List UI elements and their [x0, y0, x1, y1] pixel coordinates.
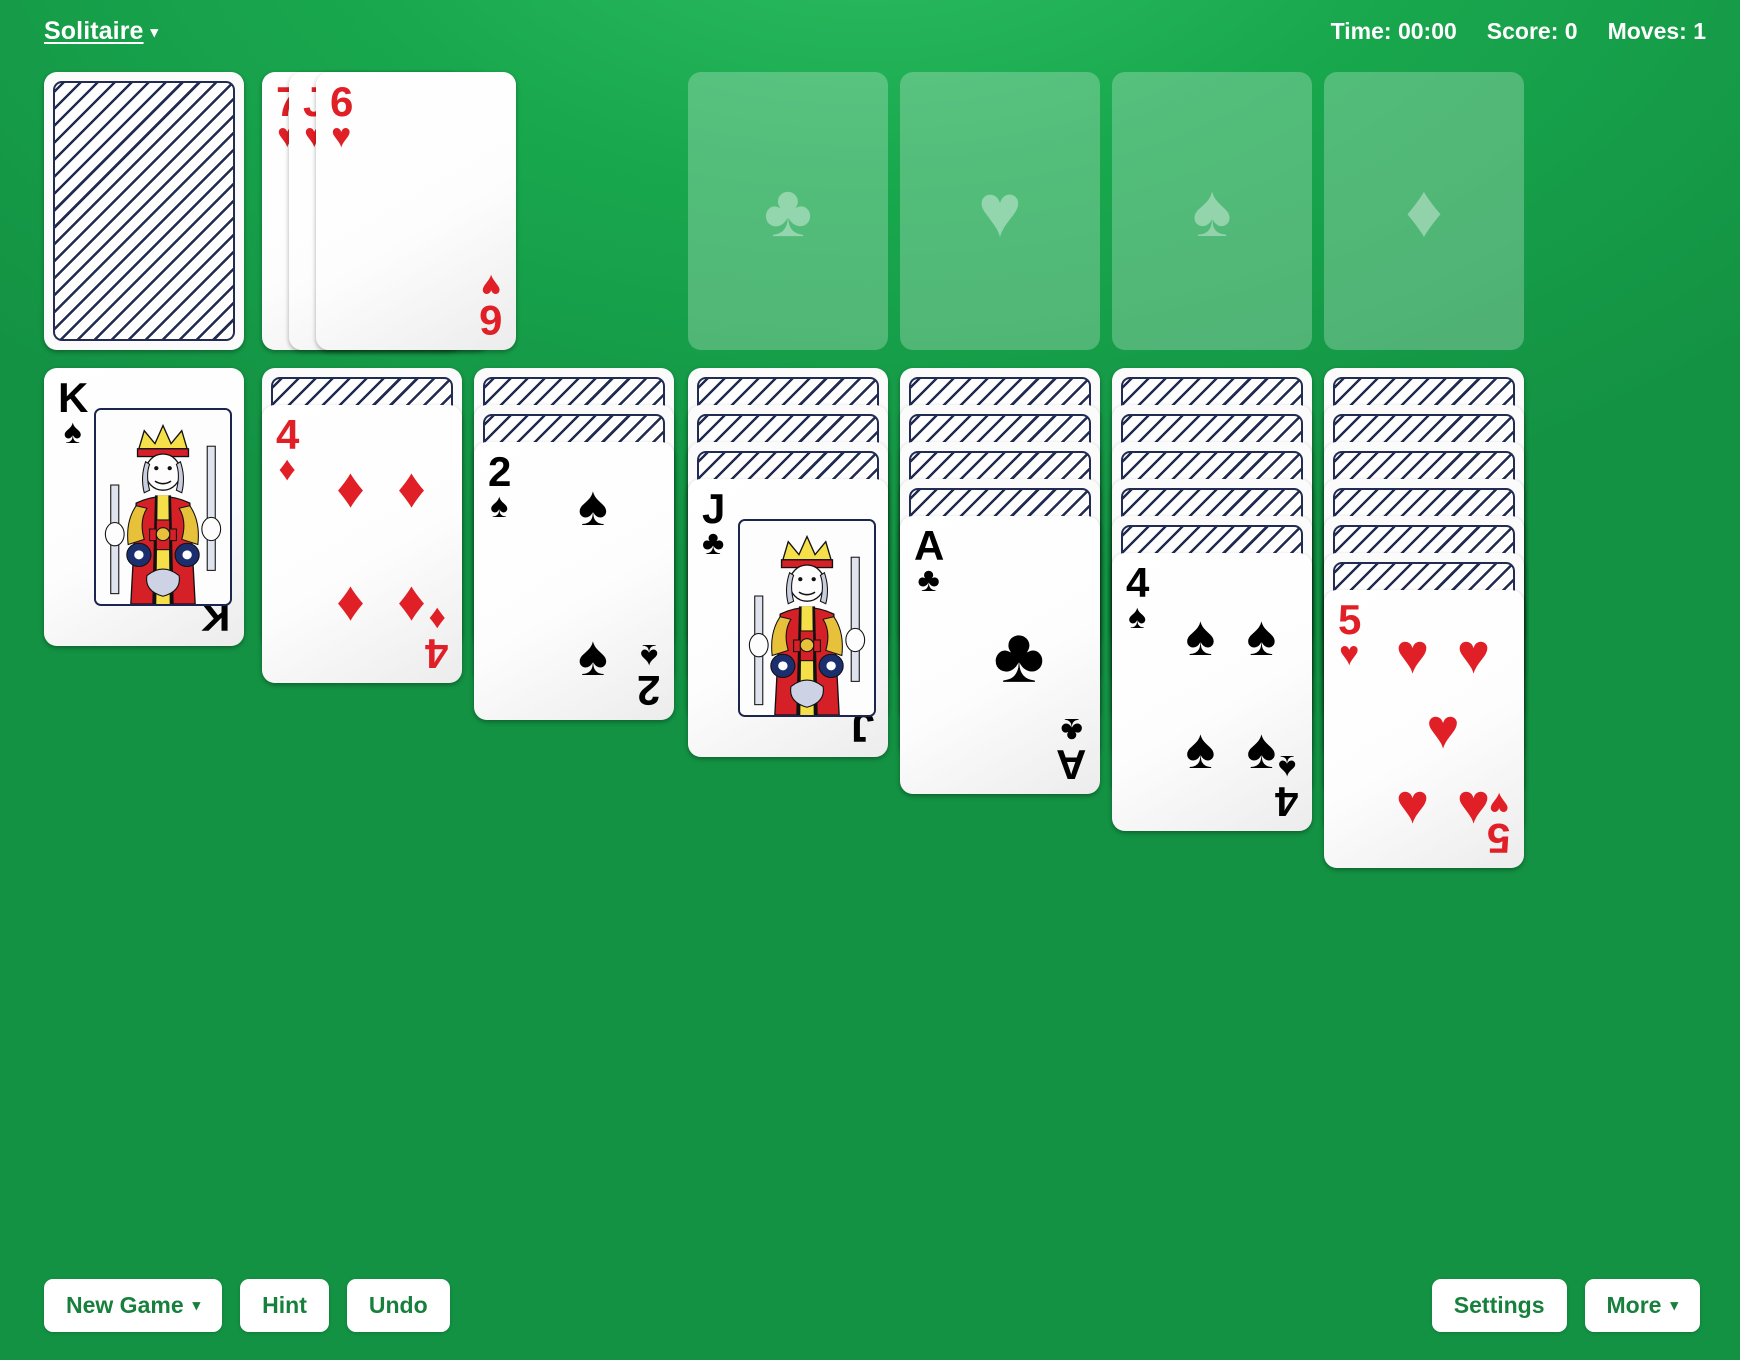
card-pips: ♣ — [958, 542, 1080, 768]
card-corner-top-left: 4 ♠ — [1126, 559, 1149, 636]
heart-icon: ♥ — [978, 169, 1022, 252]
hint-label: Hint — [262, 1291, 307, 1318]
court-card-art — [738, 519, 876, 717]
new-game-label: New Game — [66, 1291, 184, 1318]
diamond-icon: ♦ — [1405, 169, 1443, 252]
card-corner-top-left: 6 ♥ — [330, 78, 353, 155]
card-rank: K — [58, 374, 88, 421]
hint-button[interactable]: Hint — [240, 1278, 329, 1332]
card-suit-icon: ♣ — [702, 523, 725, 562]
pip-spade-icon: ♠ — [1185, 603, 1216, 667]
foundation-spades[interactable]: ♠ — [1112, 72, 1312, 350]
pip-heart-icon: ♥ — [1456, 621, 1491, 685]
pip-diamond-icon: ♦ — [336, 568, 365, 632]
settings-label: Settings — [1453, 1291, 1545, 1318]
card-suit-icon: ♠ — [490, 486, 509, 525]
card-corner-top-left: 4 ♦ — [276, 411, 299, 488]
pip-spade-icon: ♠ — [1185, 716, 1216, 780]
card-corner-top-left: J ♣ — [702, 485, 725, 562]
stock-pile[interactable] — [44, 72, 244, 350]
card-6-red[interactable]: 6 ♥ 6 ♥ — [316, 72, 516, 350]
undo-button[interactable]: Undo — [346, 1278, 450, 1332]
pip-heart-icon: ♥ — [1395, 772, 1430, 836]
club-icon: ♣ — [763, 169, 813, 252]
card-suit-icon: ♣ — [917, 560, 940, 599]
card-corner-top-left: 5 ♥ — [1338, 596, 1361, 673]
moves-display: Moves: 1 — [1607, 17, 1706, 44]
app-menu-label: Solitaire — [44, 16, 144, 45]
status-bar: Time: 00:00 Score: 0 Moves: 1 — [1331, 18, 1706, 45]
card-suit-icon: ♦ — [278, 449, 296, 488]
card-J-black[interactable]: J♣J♣ — [688, 479, 888, 757]
bottom-toolbar: New Game ▾ Hint Undo Settings More ▾ — [0, 1278, 1740, 1332]
settings-button[interactable]: Settings — [1431, 1278, 1567, 1332]
chevron-down-icon: ▾ — [192, 1296, 201, 1314]
court-figure — [740, 521, 874, 715]
card-pips: ♠ ♠ — [532, 468, 654, 694]
card-rank: 5 — [1338, 596, 1361, 643]
card-2-black[interactable]: 2 ♠ 2 ♠ ♠ ♠ — [474, 442, 674, 720]
card-rank: 6 — [330, 78, 353, 125]
right-button-group: Settings More ▾ — [1431, 1278, 1700, 1332]
card-suit-icon: ♠ — [63, 412, 82, 451]
more-label: More — [1606, 1291, 1662, 1318]
pip-heart-icon: ♥ — [1395, 621, 1430, 685]
score-display: Score: 0 — [1486, 17, 1578, 44]
pip-diamond-icon: ♦ — [336, 455, 365, 519]
pip-club-icon: ♣ — [993, 611, 1045, 699]
more-button[interactable]: More ▾ — [1584, 1278, 1700, 1332]
app-menu-button[interactable]: Solitaire ▾ — [44, 17, 158, 46]
new-game-button[interactable]: New Game ▾ — [44, 1278, 223, 1332]
card-pips: ♥ ♥ ♥ ♥ ♥ — [1382, 616, 1504, 842]
waste-pile[interactable]: 7♥7♥J♥J♥6♥6♥ — [262, 72, 522, 350]
undo-label: Undo — [368, 1291, 428, 1318]
card-corner-bottom-right: 6 ♥ — [479, 267, 502, 344]
card-A-black[interactable]: A ♣ A ♣ ♣ — [900, 516, 1100, 794]
card-pips: ♦ ♦ ♦ ♦ — [320, 431, 442, 657]
card-suit-icon: ♥ — [331, 116, 352, 155]
card-corner-top-left: 2 ♠ — [488, 448, 511, 525]
spade-icon: ♠ — [1192, 169, 1232, 252]
card-rank: 4 — [276, 411, 299, 458]
card-corner-top-left: A ♣ — [914, 522, 944, 599]
card-rank: A — [914, 522, 944, 569]
card-5-red[interactable]: 5 ♥ 5 ♥ ♥ ♥ ♥ ♥ ♥ — [1324, 590, 1524, 868]
pip-spade-icon: ♠ — [1246, 603, 1277, 667]
pip-spade-icon: ♠ — [578, 624, 608, 688]
card-suit-icon: ♥ — [480, 267, 501, 306]
chevron-down-icon: ▾ — [1670, 1296, 1678, 1314]
card-suit-icon: ♠ — [1128, 597, 1147, 636]
left-button-group: New Game ▾ Hint Undo — [44, 1278, 450, 1332]
card-suit-icon: ♥ — [1339, 634, 1360, 673]
game-table: Solitaire ▾ Time: 00:00 Score: 0 Moves: … — [0, 0, 1740, 1360]
pip-heart-icon: ♥ — [1426, 696, 1460, 760]
pip-spade-icon: ♠ — [578, 473, 608, 537]
pip-diamond-icon: ♦ — [397, 568, 426, 632]
card-rank: 4 — [1126, 559, 1149, 606]
foundation-diamonds[interactable]: ♦ — [1324, 72, 1524, 350]
pip-spade-icon: ♠ — [1246, 716, 1277, 780]
court-card-art — [94, 408, 232, 606]
header-bar: Solitaire ▾ Time: 00:00 Score: 0 Moves: … — [0, 0, 1740, 62]
court-figure — [96, 410, 230, 604]
foundation-clubs[interactable]: ♣ — [688, 72, 888, 350]
card-K-black[interactable]: K♠K♠ — [44, 368, 244, 646]
card-rank: J — [702, 485, 725, 532]
card-rank: 2 — [488, 448, 511, 495]
card-4-red[interactable]: 4 ♦ 4 ♦ ♦ ♦ ♦ ♦ — [262, 405, 462, 683]
card-corner-top-left: K ♠ — [58, 374, 88, 451]
chevron-down-icon: ▾ — [150, 23, 159, 41]
card-4-black[interactable]: 4 ♠ 4 ♠ ♠ ♠ ♠ ♠ — [1112, 553, 1312, 831]
pip-diamond-icon: ♦ — [397, 455, 426, 519]
card-rank: 6 — [479, 297, 502, 344]
foundation-hearts[interactable]: ♥ — [900, 72, 1100, 350]
pip-heart-icon: ♥ — [1456, 772, 1491, 836]
card-pips: ♠ ♠ ♠ ♠ — [1170, 579, 1292, 805]
timer-display: Time: 00:00 — [1330, 17, 1457, 44]
